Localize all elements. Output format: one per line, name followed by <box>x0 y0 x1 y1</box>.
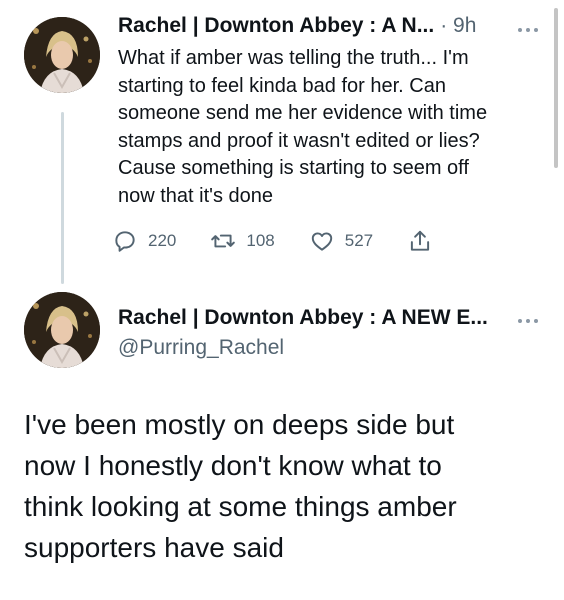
tweet-text-line: stamps and proof it wasn't edited or lie… <box>118 129 480 152</box>
tweet-text-line: I've been mostly on deeps side but <box>24 409 455 440</box>
more-icon[interactable] <box>518 318 538 324</box>
tweet-text-line: now that it's done <box>118 184 274 207</box>
tweet-text-line: What if amber was telling the truth... I… <box>118 47 469 69</box>
retweet-icon <box>211 234 236 248</box>
retweet-count: 108 <box>246 231 275 250</box>
like-icon <box>311 232 332 251</box>
tweet-text-line: Cause something is starting to seem off <box>118 157 469 180</box>
tweet-text-line: supporters have said <box>24 532 284 563</box>
thread-line <box>61 112 64 284</box>
share-icon <box>411 230 430 251</box>
like-button[interactable]: 527 <box>309 228 373 254</box>
tweet-header: Rachel | Downton Abbey : A NEW E... <box>118 306 488 330</box>
tweet-text: What if amber was telling the truth... I… <box>118 45 548 211</box>
timestamp[interactable]: · 9h <box>440 14 476 38</box>
tweet-text-line: starting to feel kinda bad for her. Can <box>118 74 446 97</box>
display-name[interactable]: Rachel | Downton Abbey : A NEW E... <box>118 306 488 330</box>
reply-count: 220 <box>148 231 177 250</box>
more-icon[interactable] <box>518 27 538 33</box>
user-handle[interactable]: @Purring_Rachel <box>118 336 284 360</box>
display-name[interactable]: Rachel | Downton Abbey : A N... <box>118 14 434 38</box>
like-count: 527 <box>344 231 374 250</box>
share-button[interactable] <box>407 228 443 254</box>
avatar[interactable] <box>24 292 100 368</box>
tweet-text-line: someone send me her evidence with time <box>118 102 488 125</box>
tweet-header: Rachel | Downton Abbey : A N... · 9h <box>118 14 476 38</box>
retweet-button[interactable]: 108 <box>210 228 275 254</box>
tweet-text-line: now I honestly don't know what to <box>24 450 442 481</box>
avatar[interactable] <box>24 17 100 93</box>
reply-button[interactable]: 220 <box>112 228 176 254</box>
tweet-text: I've been mostly on deeps side but now I… <box>24 404 554 568</box>
reply-icon <box>115 231 135 252</box>
scrollbar[interactable] <box>554 0 564 600</box>
action-bar: 220 108 527 <box>112 228 477 254</box>
tweet-text-line: think looking at some things amber <box>24 491 457 522</box>
scrollbar-thumb[interactable] <box>554 8 558 168</box>
